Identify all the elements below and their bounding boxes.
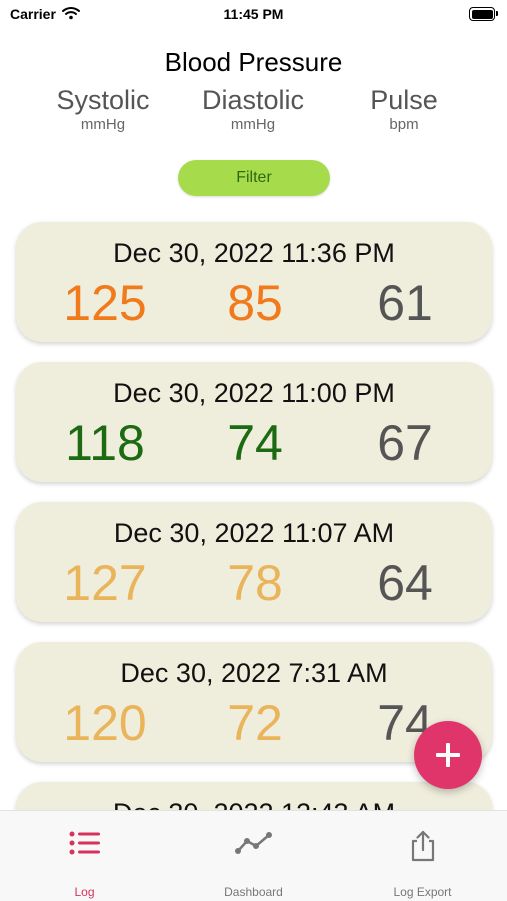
page-title: Blood Pressure <box>164 47 343 77</box>
entry-systolic: 118 <box>65 415 145 471</box>
entry-pulse: 64 <box>377 555 433 611</box>
entry-systolic: 125 <box>63 275 147 331</box>
entry-diastolic: 78 <box>227 555 283 611</box>
tab-bar: Log Dashboard Log Export <box>0 810 507 901</box>
status-time: 11:45 PM <box>223 6 284 22</box>
entry-date: Dec 30, 2022 11:07 AM <box>113 518 395 548</box>
entry-pulse: 67 <box>377 415 433 471</box>
add-entry-button[interactable] <box>414 721 482 789</box>
entry-date: Dec 30, 2022 7:31 AM <box>120 658 388 688</box>
diastolic-unit: mmHg <box>230 116 276 133</box>
diastolic-header: Diastolic mmHg <box>178 85 328 135</box>
log-entry-card[interactable]: Dec 30, 2022 11:36 PM 125 85 61 <box>16 222 492 342</box>
tab-log[interactable]: Log <box>0 811 169 901</box>
entry-diastolic: 74 <box>227 415 283 471</box>
entry-pulse: 61 <box>377 275 433 331</box>
log-entry-card[interactable]: Dec 30, 2022 12:43 AM <box>16 782 492 810</box>
entry-systolic: 120 <box>63 695 147 751</box>
entry-date: Dec 30, 2022 12:43 AM <box>16 798 492 810</box>
battery-icon <box>469 7 498 21</box>
plus-icon <box>434 733 462 777</box>
systolic-header: Systolic mmHg <box>28 85 178 135</box>
systolic-label: Systolic <box>56 85 150 115</box>
filter-button[interactable]: Filter <box>178 160 330 196</box>
tab-log-label: Log <box>74 885 95 899</box>
log-list[interactable]: Dec 30, 2022 11:36 PM 125 85 61 Dec 30, … <box>0 210 507 810</box>
log-entry-card[interactable]: Dec 30, 2022 11:00 PM 118 74 67 <box>16 362 492 482</box>
pulse-label: Pulse <box>370 85 438 115</box>
chart-line-icon <box>169 829 338 863</box>
pulse-unit: bpm <box>389 116 419 133</box>
tab-dashboard[interactable]: Dashboard <box>169 811 338 901</box>
entry-diastolic: 85 <box>227 275 283 331</box>
systolic-unit: mmHg <box>80 116 126 133</box>
status-bar: Carrier 11:45 PM <box>0 0 507 30</box>
tab-log-export[interactable]: Log Export <box>338 811 507 901</box>
entry-systolic: 127 <box>63 555 147 611</box>
entry-date: Dec 30, 2022 11:00 PM <box>113 378 395 408</box>
entry-diastolic: 72 <box>227 695 283 751</box>
entry-date: Dec 30, 2022 11:36 PM <box>113 238 395 268</box>
pulse-header: Pulse bpm <box>329 85 479 135</box>
log-entry-card[interactable]: Dec 30, 2022 11:07 AM 127 78 64 <box>16 502 492 622</box>
tab-log-export-label: Log Export <box>393 885 452 899</box>
list-icon <box>0 829 169 863</box>
diastolic-label: Diastolic <box>201 85 305 115</box>
share-icon <box>338 829 507 863</box>
tab-dashboard-label: Dashboard <box>224 885 283 899</box>
